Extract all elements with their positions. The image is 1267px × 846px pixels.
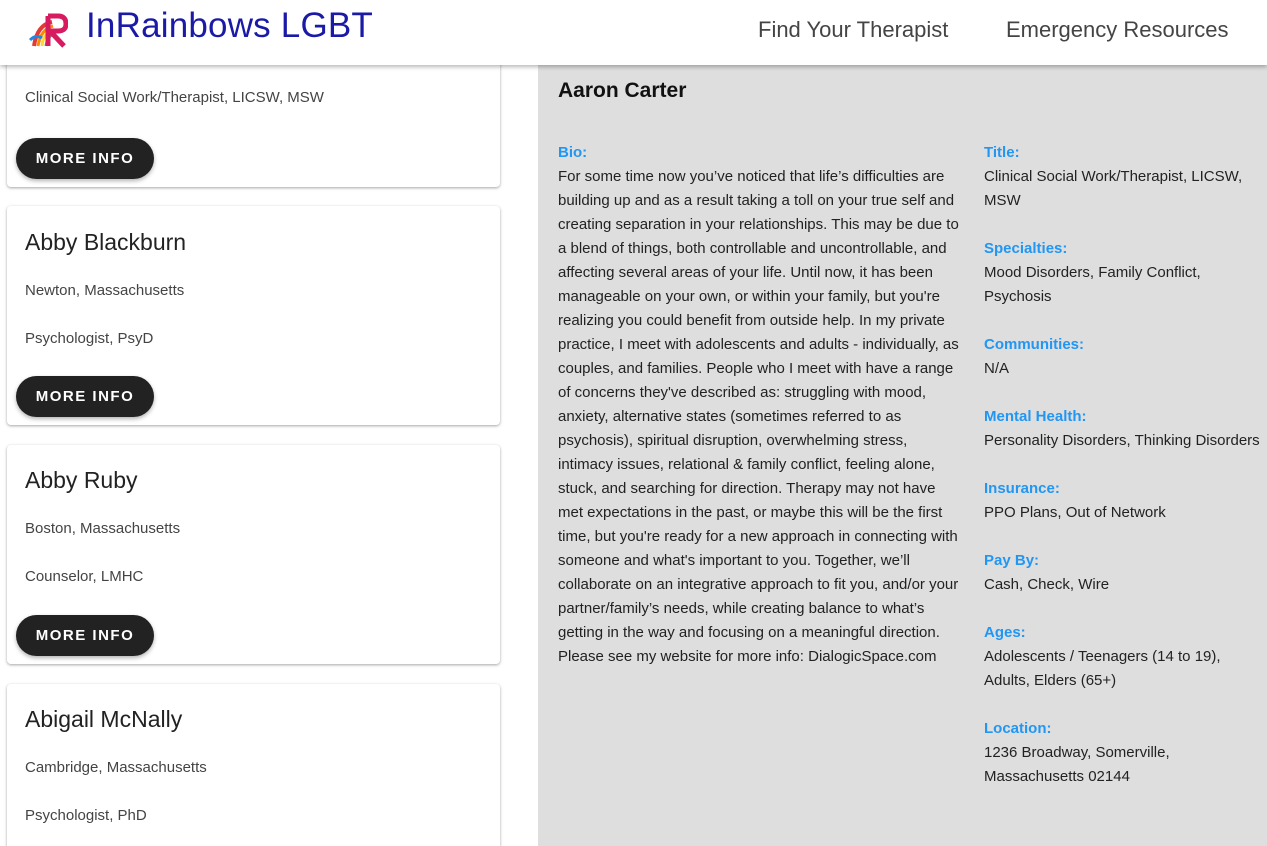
therapist-card: Clinical Social Work/Therapist, LICSW, M… xyxy=(7,65,500,187)
field-label: Pay By: xyxy=(984,552,1040,569)
therapist-card-location: Boston, Massachusetts xyxy=(25,520,181,537)
field-title: Title: Clinical Social Work/Therapist, L… xyxy=(984,141,1260,213)
field-value: Mood Disorders, Family Conflict, Psychos… xyxy=(984,264,1201,305)
detail-info-column: Title: Clinical Social Work/Therapist, L… xyxy=(984,141,1260,813)
field-mental-health: Mental Health: Personality Disorders, Th… xyxy=(984,405,1260,453)
therapist-card-name: Abby Blackburn xyxy=(25,229,187,255)
field-value: PPO Plans, Out of Network xyxy=(984,504,1166,521)
rainbow-r-logo-icon[interactable] xyxy=(28,10,68,50)
field-label: Mental Health: xyxy=(984,408,1087,425)
field-label: Location: xyxy=(984,720,1052,737)
therapist-card: Abigail McNally Cambridge, Massachusetts… xyxy=(7,684,500,846)
brand-title[interactable]: InRainbows LGBT xyxy=(86,6,373,46)
therapist-list[interactable]: Clinical Social Work/Therapist, LICSW, M… xyxy=(0,65,538,846)
bio-section: Bio: For some time now you’ve noticed th… xyxy=(558,141,960,669)
field-label: Specialties: xyxy=(984,240,1068,257)
therapist-card-title: Psychologist, PhD xyxy=(25,807,147,824)
more-info-button[interactable]: MORE INFO xyxy=(16,138,154,179)
field-pay-by: Pay By: Cash, Check, Wire xyxy=(984,549,1260,597)
therapist-card-title: Psychologist, PsyD xyxy=(25,330,154,347)
therapist-card-title: Counselor, LMHC xyxy=(25,568,144,585)
field-label: Communities: xyxy=(984,336,1085,353)
more-info-button[interactable]: MORE INFO xyxy=(16,615,154,656)
field-insurance: Insurance: PPO Plans, Out of Network xyxy=(984,477,1260,525)
nav-emergency-resources[interactable]: Emergency Resources xyxy=(1006,17,1229,43)
therapist-card-name: Abby Ruby xyxy=(25,467,138,493)
field-label: Title: xyxy=(984,144,1020,161)
field-label: Insurance: xyxy=(984,480,1060,497)
detail-name: Aaron Carter xyxy=(558,79,687,102)
bio-text: For some time now you’ve noticed that li… xyxy=(558,168,959,665)
bio-label: Bio: xyxy=(558,144,588,161)
therapist-card: Abby Blackburn Newton, Massachusetts Psy… xyxy=(7,206,500,425)
therapist-card-name: Abigail McNally xyxy=(25,706,183,732)
therapist-card: Abby Ruby Boston, Massachusetts Counselo… xyxy=(7,445,500,664)
app-header: InRainbows LGBT Find Your Therapist Emer… xyxy=(0,0,1267,65)
therapist-card-location: Newton, Massachusetts xyxy=(25,282,185,299)
field-communities: Communities: N/A xyxy=(984,333,1260,381)
field-value: N/A xyxy=(984,360,1010,377)
field-value: 1236 Broadway, Somerville, Massachusetts… xyxy=(984,744,1170,785)
field-value: Adolescents / Teenagers (14 to 19), Adul… xyxy=(984,648,1221,689)
nav-find-therapist[interactable]: Find Your Therapist xyxy=(758,17,948,43)
field-value: Clinical Social Work/Therapist, LICSW, M… xyxy=(984,168,1243,209)
field-ages: Ages: Adolescents / Teenagers (14 to 19)… xyxy=(984,621,1260,693)
therapist-card-title: Clinical Social Work/Therapist, LICSW, M… xyxy=(25,89,324,106)
field-value: Personality Disorders, Thinking Disorder… xyxy=(984,432,1260,449)
therapist-detail-panel: Aaron Carter Bio: For some time now you’… xyxy=(538,65,1267,846)
field-location: Location: 1236 Broadway, Somerville, Mas… xyxy=(984,717,1260,789)
therapist-card-location: Cambridge, Massachusetts xyxy=(25,759,207,776)
field-label: Ages: xyxy=(984,624,1026,641)
field-value: Cash, Check, Wire xyxy=(984,576,1110,593)
field-specialties: Specialties: Mood Disorders, Family Conf… xyxy=(984,237,1260,309)
more-info-button[interactable]: MORE INFO xyxy=(16,376,154,417)
